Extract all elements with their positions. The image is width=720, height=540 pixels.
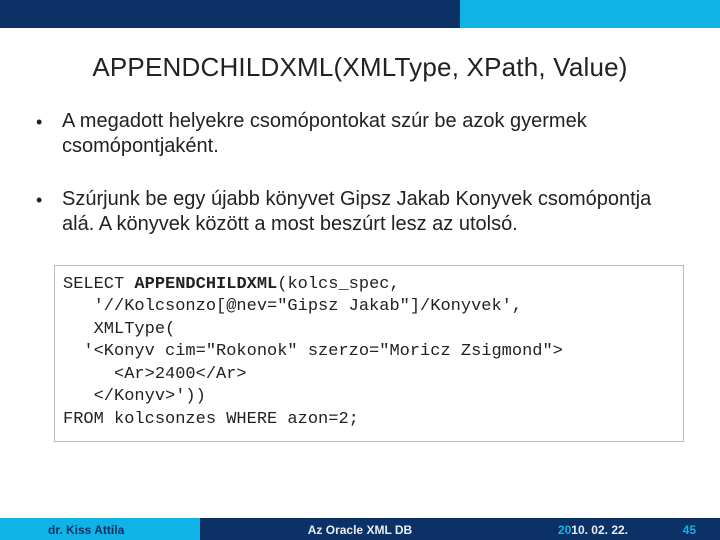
bullet-dot-icon: • [36, 189, 52, 212]
code-line: '//Kolcsonzo[@nev="Gipsz Jakab"]/Konyvek… [63, 297, 522, 316]
page-title: APPENDCHILDXML(XMLType, XPath, Value) [0, 28, 720, 109]
code-line: <Ar>2400</Ar> [63, 365, 247, 384]
code-line: '<Konyv cim="Rokonok" szerzo="Moricz Zsi… [63, 342, 563, 361]
bullet-item: • Szúrjunk be egy újabb könyvet Gipsz Ja… [36, 187, 684, 237]
code-line: XMLType( [63, 320, 175, 339]
bullet-item: • A megadott helyekre csomópontokat szúr… [36, 109, 684, 159]
footer-page-number: 45 [683, 523, 696, 537]
code-line: FROM kolcsonzes WHERE azon=2; [63, 410, 359, 429]
content-area: • A megadott helyekre csomópontokat szúr… [0, 109, 720, 237]
code-line: SELECT APPENDCHILDXML(kolcs_spec, [63, 275, 400, 294]
code-func: APPENDCHILDXML [134, 275, 277, 294]
code-kw: SELECT [63, 275, 134, 294]
top-bar-accent [460, 0, 720, 28]
footer-date-year-prefix: 20 [558, 523, 571, 537]
bullet-text: A megadott helyekre csomópontokat szúr b… [52, 109, 684, 159]
bullet-text: Szúrjunk be egy újabb könyvet Gipsz Jaka… [52, 187, 684, 237]
footer: dr. Kiss Attila Az Oracle XML DB 2010. 0… [0, 516, 720, 540]
top-bar [0, 0, 720, 28]
footer-date: 2010. 02. 22. [558, 523, 628, 537]
code-text: (kolcs_spec, [277, 275, 399, 294]
code-block: SELECT APPENDCHILDXML(kolcs_spec, '//Kol… [54, 265, 684, 442]
footer-date-rest: 10. 02. 22. [571, 523, 628, 537]
code-line: </Konyv>')) [63, 387, 206, 406]
bullet-dot-icon: • [36, 111, 52, 134]
